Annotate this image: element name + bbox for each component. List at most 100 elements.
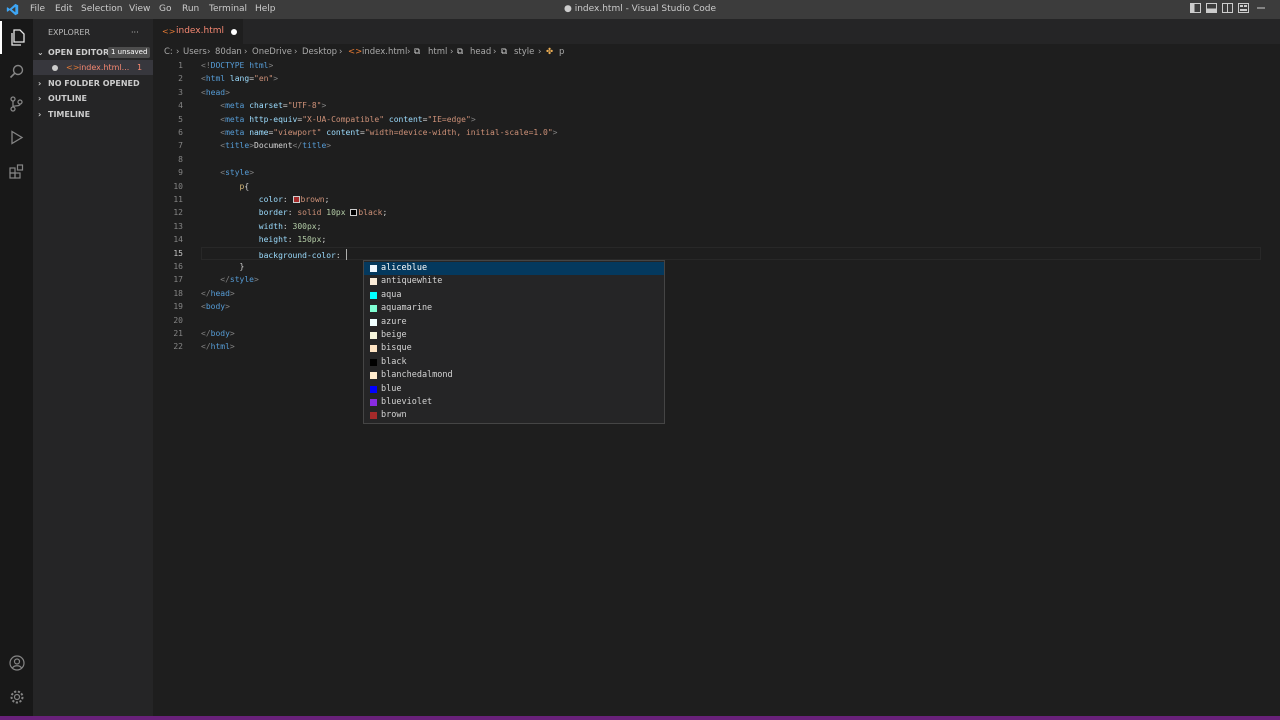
code-line[interactable]: color: brown;	[201, 195, 330, 204]
menu-selection[interactable]: Selection	[81, 0, 122, 19]
outline-section[interactable]: › OUTLINE	[33, 91, 153, 106]
breadcrumb-file[interactable]: index.html	[362, 44, 407, 60]
toggle-panel-icon[interactable]	[1204, 3, 1218, 16]
line-number: 20	[173, 315, 183, 325]
color-swatch-icon	[370, 265, 377, 272]
suggestion-item-azure[interactable]: azure	[364, 316, 664, 329]
manage-gear-icon[interactable]	[0, 681, 33, 714]
menu-terminal[interactable]: Terminal	[209, 0, 247, 19]
code-line[interactable]: width: 300px;	[201, 222, 322, 231]
suggestion-item-antiquewhite[interactable]: antiquewhite	[364, 275, 664, 288]
chevron-down-icon: ⌄	[37, 48, 44, 57]
breadcrumb-html[interactable]: html	[428, 44, 447, 60]
suggestion-label: blue	[381, 383, 402, 394]
code-line[interactable]: <style>	[201, 168, 254, 177]
code-line[interactable]: <body>	[201, 302, 230, 311]
tab-index-html[interactable]: <> index.html	[153, 19, 243, 44]
title-bar: File Edit Selection View Go Run Terminal…	[0, 0, 1280, 19]
open-editor-item[interactable]: <> index.html... 1	[33, 60, 153, 75]
menu-go[interactable]: Go	[159, 0, 171, 19]
suggestion-label: aquamarine	[381, 303, 433, 314]
code-line[interactable]: <!DOCTYPE html>	[201, 61, 273, 70]
suggestion-label: azure	[381, 316, 407, 327]
menu-run[interactable]: Run	[182, 0, 199, 19]
no-folder-label: NO FOLDER OPENED	[48, 79, 140, 88]
suggestion-item-bisque[interactable]: bisque	[364, 342, 664, 355]
breadcrumb-user[interactable]: 80dan	[215, 44, 242, 60]
color-swatch-icon[interactable]	[292, 196, 300, 203]
open-editors-section[interactable]: ⌄ OPEN EDITORS 1 unsaved	[33, 45, 153, 60]
accounts-icon[interactable]	[0, 647, 33, 680]
breadcrumb-users[interactable]: Users	[183, 44, 207, 60]
line-number: 12	[173, 208, 183, 218]
customize-layout-icon[interactable]	[1236, 3, 1250, 16]
menu-file[interactable]: File	[30, 0, 45, 19]
code-line[interactable]: </body>	[201, 329, 235, 338]
line-number: 4	[178, 101, 183, 111]
code-line[interactable]: </style>	[201, 275, 259, 284]
suggestion-item-aqua[interactable]: aqua	[364, 289, 664, 302]
breadcrumb-desktop[interactable]: Desktop	[302, 44, 337, 60]
suggestion-item-blanchedalmond[interactable]: blanchedalmond	[364, 369, 664, 382]
code-line[interactable]: <meta charset="UTF-8">	[201, 101, 326, 110]
suggestion-label: aqua	[381, 289, 402, 300]
suggestion-item-beige[interactable]: beige	[364, 329, 664, 342]
suggestion-item-aquamarine[interactable]: aquamarine	[364, 302, 664, 315]
breadcrumb-style[interactable]: style	[514, 44, 534, 60]
color-swatch-icon	[370, 372, 377, 380]
no-folder-section[interactable]: › NO FOLDER OPENED	[33, 76, 153, 91]
color-swatch-icon[interactable]	[350, 209, 358, 217]
activity-bar	[0, 19, 33, 716]
code-line[interactable]: }	[201, 262, 245, 271]
suggestion-item-aliceblue[interactable]: aliceblue	[364, 262, 664, 276]
close-dirty-icon[interactable]	[52, 65, 58, 71]
suggestion-item-blueviolet[interactable]: blueviolet	[364, 396, 664, 409]
breadcrumb-drive[interactable]: C:	[164, 44, 173, 60]
suggestion-label: brown	[381, 410, 407, 421]
code-line[interactable]: <meta name="viewport" content="width=dev…	[201, 128, 557, 137]
code-line[interactable]: background-color:	[201, 248, 347, 260]
breadcrumb-separator-icon: ›	[538, 47, 542, 57]
minimize-icon[interactable]	[1254, 3, 1268, 16]
chevron-right-icon: ›	[38, 94, 42, 103]
unsaved-dot-icon[interactable]	[231, 29, 237, 35]
explorer-icon[interactable]	[0, 21, 33, 54]
breadcrumb-separator-icon: ›	[294, 47, 298, 57]
breadcrumb-separator-icon: ›	[207, 47, 211, 57]
html-file-icon: <>	[66, 63, 80, 72]
line-number: 3	[178, 87, 183, 97]
menu-edit[interactable]: Edit	[55, 0, 72, 19]
code-line[interactable]: height: 150px;	[201, 235, 326, 244]
timeline-section[interactable]: › TIMELINE	[33, 107, 153, 122]
run-debug-icon[interactable]	[0, 121, 33, 154]
suggestion-item-brown[interactable]: brown	[364, 409, 664, 422]
code-line[interactable]: <html lang="en">	[201, 74, 278, 83]
code-line[interactable]: <title>Document</title>	[201, 141, 331, 150]
color-suggestion-list[interactable]: aliceblue antiquewhite aqua aquamarine azure…	[363, 260, 665, 424]
menu-help[interactable]: Help	[255, 0, 276, 19]
suggestion-item-blue[interactable]: blue	[364, 383, 664, 396]
line-number: 22	[173, 342, 183, 352]
code-editor[interactable]: 1 2 3 4 5 6 7 8 9 10 11 12 13 14 15 16 17 18 19 20 21 22 <!DO…	[153, 60, 1280, 716]
line-number: 8	[178, 154, 183, 164]
line-number: 21	[173, 329, 183, 338]
menu-view[interactable]: View	[129, 0, 150, 19]
code-line[interactable]: p{	[201, 182, 250, 191]
suggestion-item-black[interactable]: black	[364, 356, 664, 369]
line-number: 14	[173, 235, 183, 245]
search-icon[interactable]	[0, 55, 33, 88]
code-line[interactable]: <meta http-equiv="X-UA-Compatible" conte…	[201, 115, 475, 124]
breadcrumb-head[interactable]: head	[470, 44, 491, 60]
code-line[interactable]: </html>	[201, 342, 235, 351]
code-line[interactable]: border: solid 10px black;	[201, 208, 387, 217]
toggle-secondary-sidebar-icon[interactable]	[1220, 3, 1234, 16]
toggle-sidebar-icon[interactable]	[1188, 3, 1202, 16]
code-line[interactable]: </head>	[201, 289, 235, 298]
more-actions-icon[interactable]: ···	[131, 25, 146, 40]
code-line[interactable]: <head>	[201, 88, 230, 97]
source-control-icon[interactable]	[0, 88, 33, 121]
breadcrumb-selector[interactable]: p	[559, 44, 564, 60]
breadcrumb-onedrive[interactable]: OneDrive	[252, 44, 292, 60]
extensions-icon[interactable]	[0, 155, 33, 188]
chevron-right-icon: ›	[38, 79, 42, 88]
